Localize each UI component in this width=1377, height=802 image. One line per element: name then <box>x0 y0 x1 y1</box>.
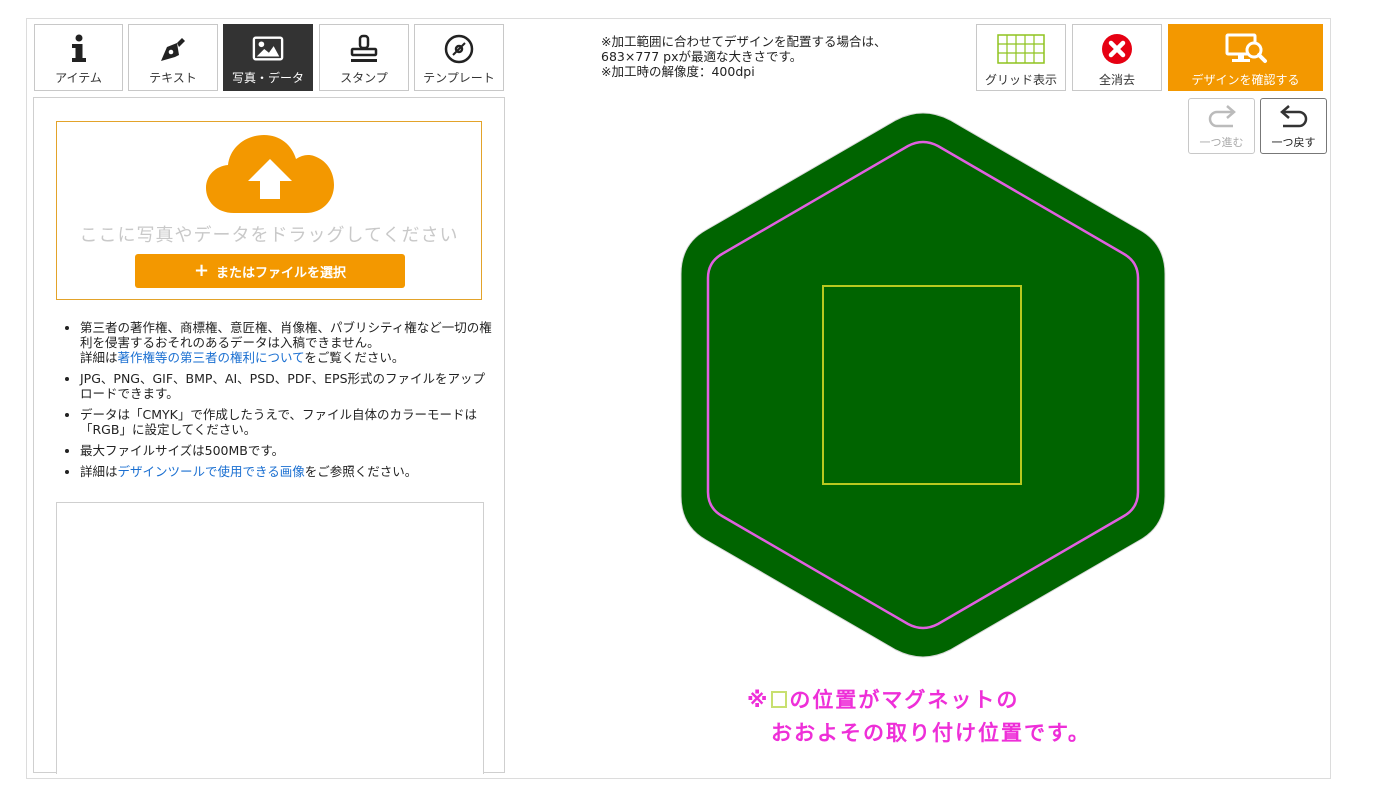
tab-label: 写真・データ <box>231 71 304 85</box>
tab-text[interactable]: テキスト <box>128 24 218 91</box>
design-canvas[interactable] <box>680 112 1166 658</box>
undo-label: 一つ戻す <box>1271 136 1316 149</box>
drop-zone-text: ここに写真やデータをドラッグしてください <box>79 225 459 246</box>
redo-label: 一つ進む <box>1199 136 1244 149</box>
stamp-icon <box>348 33 380 65</box>
grid-icon <box>997 32 1045 66</box>
image-icon <box>252 33 284 65</box>
tab-label: アイテム <box>55 71 102 85</box>
undo-icon <box>1279 105 1309 131</box>
plus-icon: + <box>193 260 210 281</box>
tab-item[interactable]: アイテム <box>34 24 123 91</box>
confirm-design-label: デザインを確認する <box>1191 73 1300 87</box>
usable-images-link[interactable]: デザインツールで使用できる画像 <box>118 464 305 479</box>
note-max-size: 最大ファイルサイズは500MBです。 <box>80 443 492 458</box>
info-icon <box>63 33 95 65</box>
select-file-label: またはファイルを選択 <box>216 265 347 281</box>
undo-button[interactable]: 一つ戻す <box>1260 98 1327 154</box>
redo-button[interactable]: 一つ進む <box>1188 98 1255 154</box>
disc-icon <box>443 33 475 65</box>
grid-toggle-button[interactable]: グリッド表示 <box>976 24 1066 91</box>
note-formats: JPG、PNG、GIF、BMP、AI、PSD、PDF、EPS形式のファイルをアッ… <box>80 371 492 401</box>
redo-icon <box>1207 105 1237 131</box>
upload-notes: 第三者の著作権、商標権、意匠権、肖像権、パブリシティ権など一切の権利を侵害するお… <box>62 320 492 485</box>
note-rights: 第三者の著作権、商標権、意匠権、肖像権、パブリシティ権など一切の権利を侵害するお… <box>80 320 492 365</box>
rights-link[interactable]: 著作権等の第三者の権利について <box>118 350 305 365</box>
close-circle-icon <box>1100 32 1134 66</box>
cloud-upload-icon <box>206 135 334 213</box>
hexagon-product-shape <box>680 112 1166 658</box>
tab-photo-data[interactable]: 写真・データ <box>223 24 313 91</box>
tab-template[interactable]: テンプレート <box>414 24 504 91</box>
magnet-position-notice: ※ の位置がマグネットの おおよその取り付け位置です。 <box>747 688 1091 745</box>
magnet-square-icon <box>771 691 788 708</box>
tab-label: スタンプ <box>340 71 388 85</box>
tab-label: テキスト <box>149 71 197 85</box>
confirm-design-button[interactable]: デザインを確認する <box>1168 24 1323 91</box>
note-color-mode: データは「CMYK」で作成したうえで、ファイル自体のカラーモードは「RGB」に設… <box>80 407 492 437</box>
select-file-button[interactable]: + またはファイルを選択 <box>135 254 405 288</box>
tab-stamp[interactable]: スタンプ <box>319 24 409 91</box>
note-details: 詳細はデザインツールで使用できる画像をご参照ください。 <box>80 464 492 479</box>
clear-all-button[interactable]: 全消去 <box>1072 24 1162 91</box>
pen-nib-icon <box>157 33 189 65</box>
drop-zone[interactable]: ここに写真やデータをドラッグしてください + またはファイルを選択 <box>56 121 482 300</box>
grid-toggle-label: グリッド表示 <box>984 73 1057 87</box>
size-info: ※加工範囲に合わせてデザインを配置する場合は、 683×777 pxが最適な大き… <box>601 34 887 79</box>
monitor-search-icon <box>1224 32 1268 66</box>
upload-panel: ここに写真やデータをドラッグしてください + またはファイルを選択 第三者の著作… <box>33 97 505 774</box>
tab-label: テンプレート <box>423 71 495 85</box>
clear-all-label: 全消去 <box>1098 73 1135 87</box>
uploaded-images-list[interactable] <box>56 502 484 774</box>
